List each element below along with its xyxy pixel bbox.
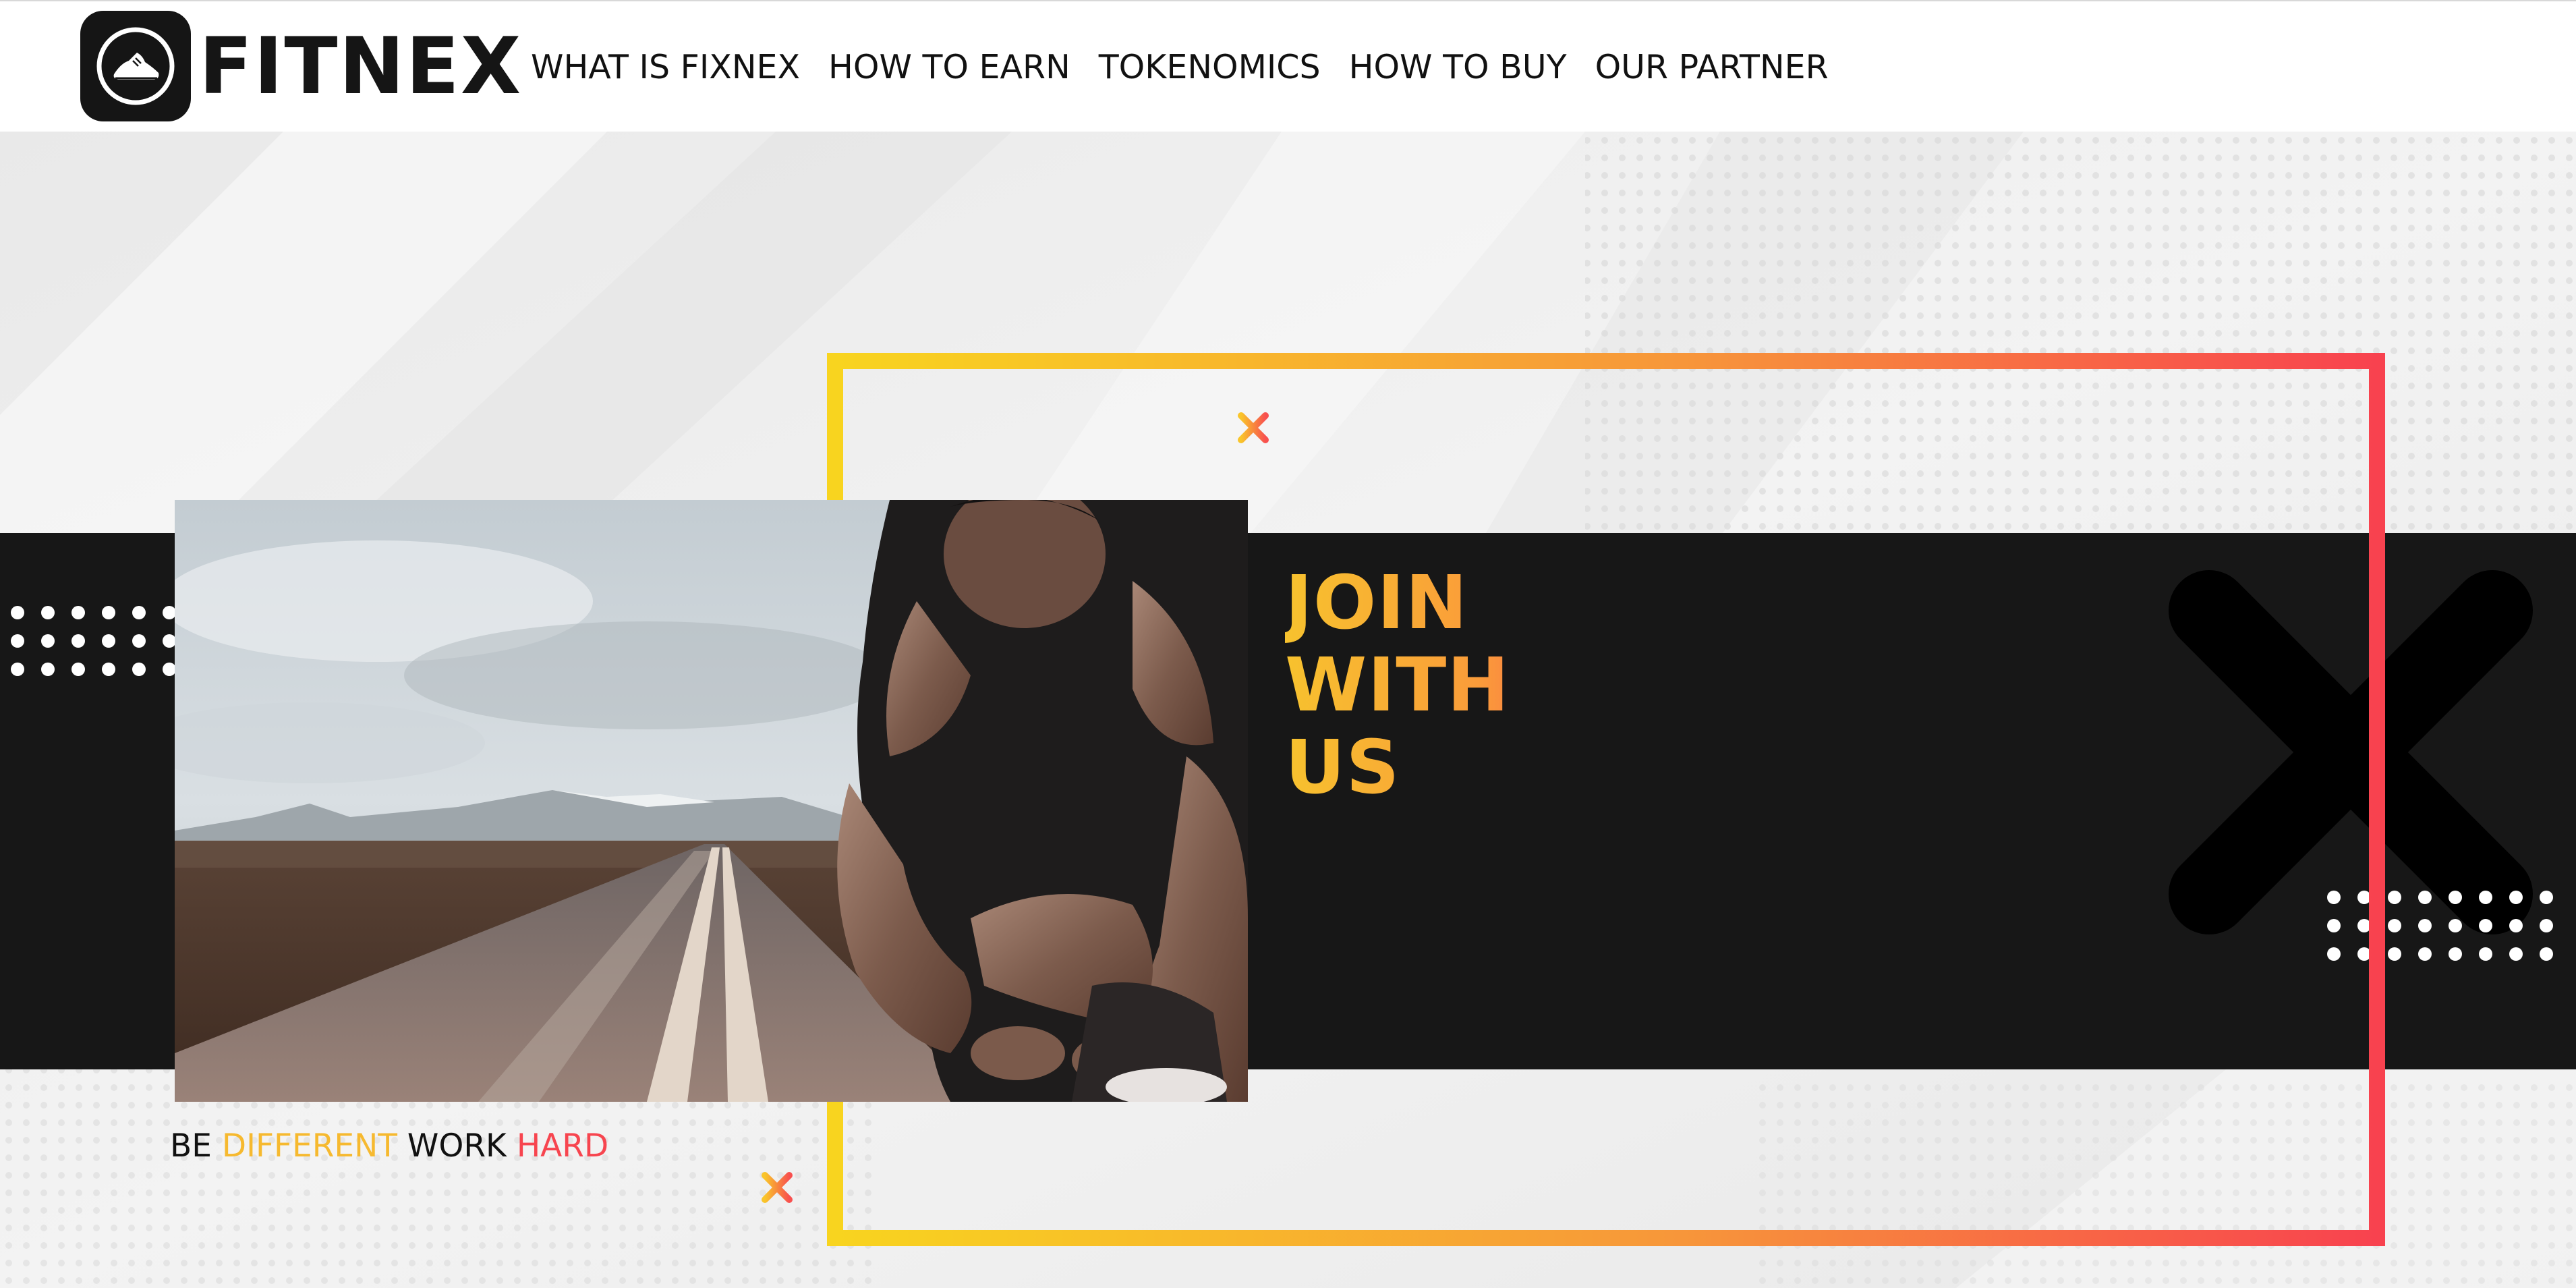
hero-athlete-photo xyxy=(175,500,1248,1102)
logo-badge[interactable] xyxy=(80,11,191,121)
decor-dot xyxy=(132,634,146,648)
decor-dot xyxy=(163,606,176,619)
decor-dot xyxy=(163,634,176,648)
decor-dot xyxy=(2540,919,2553,932)
logo-wordmark[interactable]: FITNEX xyxy=(199,16,522,117)
decor-dot xyxy=(2357,891,2371,904)
decor-dot xyxy=(2418,919,2432,932)
decor-dot xyxy=(2540,947,2553,961)
decor-dot xyxy=(71,606,85,619)
tagline-word-highlight: DIFFERENT xyxy=(221,1127,397,1165)
decor-dot xyxy=(41,634,55,648)
decor-dot xyxy=(102,634,115,648)
hero-title-line: JOIN xyxy=(1285,559,1468,646)
decor-dot xyxy=(2327,891,2341,904)
decor-dot xyxy=(2357,947,2371,961)
nav-tokenomics[interactable]: TOKENOMICS xyxy=(1099,42,1321,93)
decor-dot xyxy=(41,663,55,676)
hero-title-line: WITH xyxy=(1285,642,1510,728)
decor-dot xyxy=(102,663,115,676)
decor-dot xyxy=(71,634,85,648)
decor-dot xyxy=(2509,947,2523,961)
decor-dot xyxy=(2509,891,2523,904)
decor-dot xyxy=(2418,891,2432,904)
decor-dot xyxy=(2327,919,2341,932)
decor-dot xyxy=(71,663,85,676)
decor-dot xyxy=(2540,891,2553,904)
decor-dot xyxy=(11,606,24,619)
main-nav: WHAT IS FIXNEX HOW TO EARN TOKENOMICS HO… xyxy=(531,42,1857,93)
nav-how-to-earn[interactable]: HOW TO EARN xyxy=(828,42,1070,93)
decor-dot xyxy=(2388,891,2401,904)
decor-dot xyxy=(2449,919,2462,932)
decor-dot xyxy=(132,606,146,619)
decor-dot xyxy=(2479,947,2492,961)
decor-dot xyxy=(102,606,115,619)
decor-dot xyxy=(2509,919,2523,932)
decor-dot xyxy=(2479,891,2492,904)
top-navigation-bar: FITNEX WHAT IS FIXNEX HOW TO EARN TOKENO… xyxy=(0,0,2576,132)
decor-dot xyxy=(2357,919,2371,932)
decor-dot xyxy=(163,663,176,676)
tagline-word-highlight: HARD xyxy=(516,1127,609,1165)
decor-dot xyxy=(2449,947,2462,961)
nav-our-partner[interactable]: OUR PARTNER xyxy=(1595,42,1829,93)
athlete-road-image xyxy=(175,500,1248,1102)
hero-title-line: US xyxy=(1285,724,1400,810)
decor-dot xyxy=(2418,947,2432,961)
decor-dot xyxy=(2388,919,2401,932)
nav-how-to-buy[interactable]: HOW TO BUY xyxy=(1349,42,1567,93)
nav-what-is-fixnex[interactable]: WHAT IS FIXNEX xyxy=(531,42,800,93)
decor-dot xyxy=(11,663,24,676)
decor-dot xyxy=(132,663,146,676)
decor-dot xyxy=(11,634,24,648)
dot-grid-right xyxy=(2327,891,2553,961)
decor-dot xyxy=(2479,919,2492,932)
tagline-word: WORK xyxy=(407,1127,507,1165)
hero-title: JOIN WITH US xyxy=(1285,561,1636,808)
hero-tagline: BE DIFFERENT WORK HARD xyxy=(170,1124,608,1169)
x-mark-icon xyxy=(762,1172,793,1203)
decor-dot xyxy=(2327,947,2341,961)
tagline-word: BE xyxy=(170,1127,212,1165)
decor-dot xyxy=(2449,891,2462,904)
large-x-decoration-icon xyxy=(2169,570,2533,934)
decor-dot xyxy=(41,606,55,619)
x-mark-icon xyxy=(1238,412,1269,443)
decor-dot xyxy=(2388,947,2401,961)
running-shoe-icon xyxy=(96,27,175,105)
